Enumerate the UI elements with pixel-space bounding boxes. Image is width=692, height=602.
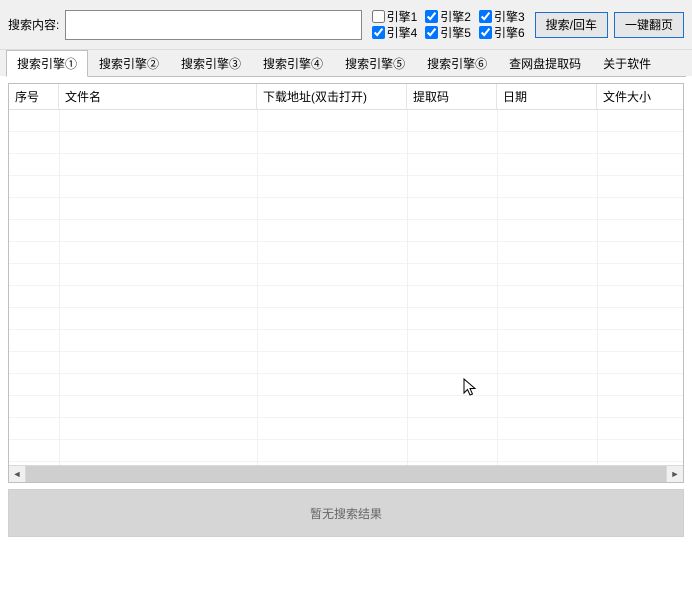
search-input[interactable] — [65, 10, 361, 40]
engine-checkbox-1-input[interactable] — [372, 10, 385, 23]
engine-checkbox-4[interactable]: 引擎4 — [372, 25, 418, 41]
search-label: 搜索内容: — [8, 16, 59, 33]
table-body[interactable] — [9, 110, 683, 465]
engine-checkbox-group: 引擎1 引擎2 引擎3 引擎4 引擎5 引擎6 — [368, 9, 529, 41]
tab-engine-1[interactable]: 搜索引擎① — [6, 50, 88, 77]
tabstrip: 搜索引擎① 搜索引擎② 搜索引擎③ 搜索引擎④ 搜索引擎⑤ 搜索引擎⑥ 查网盘提… — [0, 50, 692, 76]
status-text: 暂无搜索结果 — [310, 505, 382, 522]
tab-engine-2[interactable]: 搜索引擎② — [88, 50, 170, 76]
top-toolbar: 搜索内容: 引擎1 引擎2 引擎3 引擎4 引擎5 — [0, 0, 692, 50]
col-index[interactable]: 序号 — [9, 84, 59, 109]
engine-checkbox-4-input[interactable] — [372, 26, 385, 39]
page-all-button[interactable]: 一键翻页 — [614, 12, 684, 38]
engine-checkbox-1-label: 引擎1 — [387, 9, 418, 25]
search-button[interactable]: 搜索/回车 — [535, 12, 608, 38]
engine-checkbox-5-label: 引擎5 — [440, 25, 471, 41]
engine-checkbox-3-input[interactable] — [479, 10, 492, 23]
engine-checkbox-6-input[interactable] — [479, 26, 492, 39]
table-header-row: 序号 文件名 下载地址(双击打开) 提取码 日期 文件大小 — [9, 84, 683, 110]
engine-checkbox-1[interactable]: 引擎1 — [372, 9, 418, 25]
tab-engine-5[interactable]: 搜索引擎⑤ — [334, 50, 416, 76]
engine-checkbox-5[interactable]: 引擎5 — [425, 25, 471, 41]
engine-checkbox-2-label: 引擎2 — [440, 9, 471, 25]
scroll-left-arrow-icon[interactable]: ◄ — [9, 466, 26, 482]
results-table: 序号 文件名 下载地址(双击打开) 提取码 日期 文件大小 ◄ ► — [8, 83, 684, 483]
engine-checkbox-4-label: 引擎4 — [387, 25, 418, 41]
col-filename[interactable]: 文件名 — [59, 84, 257, 109]
col-date[interactable]: 日期 — [497, 84, 597, 109]
engine-checkbox-6-label: 引擎6 — [494, 25, 525, 41]
tab-engine-6[interactable]: 搜索引擎⑥ — [416, 50, 498, 76]
engine-checkbox-3[interactable]: 引擎3 — [479, 9, 525, 25]
status-bar: 暂无搜索结果 — [8, 489, 684, 537]
horizontal-scrollbar[interactable]: ◄ ► — [9, 465, 683, 482]
engine-checkbox-5-input[interactable] — [425, 26, 438, 39]
col-size[interactable]: 文件大小 — [597, 84, 683, 109]
tab-lookup-code[interactable]: 查网盘提取码 — [498, 50, 592, 76]
table-row-gridlines — [9, 110, 683, 465]
app-window: 搜索内容: 引擎1 引擎2 引擎3 引擎4 引擎5 — [0, 0, 692, 602]
engine-checkbox-3-label: 引擎3 — [494, 9, 525, 25]
tab-about[interactable]: 关于软件 — [592, 50, 662, 76]
tab-engine-4[interactable]: 搜索引擎④ — [252, 50, 334, 76]
col-code[interactable]: 提取码 — [407, 84, 497, 109]
tab-engine-3[interactable]: 搜索引擎③ — [170, 50, 252, 76]
scroll-track[interactable] — [26, 466, 666, 482]
scroll-right-arrow-icon[interactable]: ► — [666, 466, 683, 482]
col-download[interactable]: 下载地址(双击打开) — [257, 84, 407, 109]
engine-checkbox-2[interactable]: 引擎2 — [425, 9, 471, 25]
tab-separator — [6, 76, 686, 77]
engine-checkbox-6[interactable]: 引擎6 — [479, 25, 525, 41]
engine-checkbox-2-input[interactable] — [425, 10, 438, 23]
